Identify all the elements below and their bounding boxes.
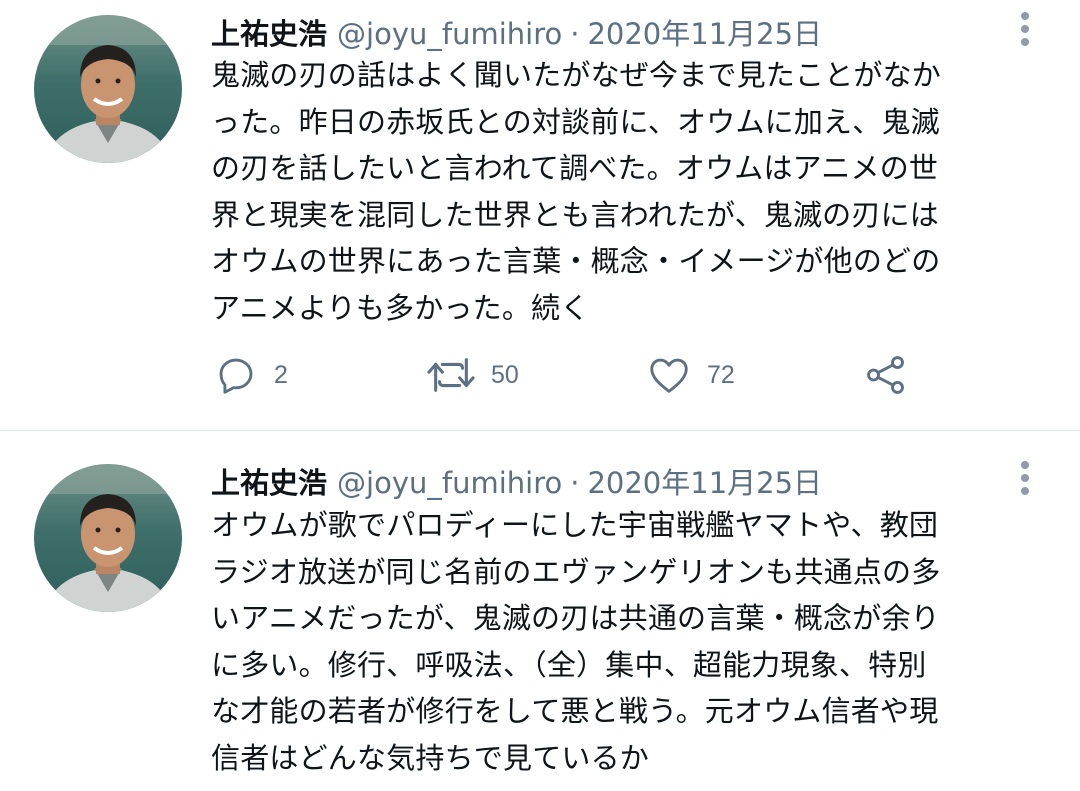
user-handle[interactable]: @joyu_fumihiro xyxy=(337,466,562,500)
tweet-text-line: アニメよりも多かった。続く xyxy=(211,290,590,325)
reply-icon xyxy=(219,358,253,394)
tweet-text-line: オウムが歌でパロディーにした宇宙戦艦ヤマトや、教団 xyxy=(211,508,939,542)
user-handle[interactable]: @joyu_fumihiro xyxy=(337,17,562,51)
display-name[interactable]: 上祐史浩 xyxy=(211,17,327,51)
more-vertical-icon[interactable] xyxy=(1013,459,1037,499)
reply-button[interactable]: 2 xyxy=(213,347,288,403)
tweet-text-line: 信者はどんな気持ちで見ているか xyxy=(211,740,650,775)
retweet-icon xyxy=(427,358,475,392)
tweet-actions: 2 50 72 xyxy=(213,347,933,403)
tweet-text-line: った。昨日の赤坂氏との対談前に、オウムに加え、鬼滅 xyxy=(211,104,940,139)
tweet-text-line: 鬼滅の刃の話はよく聞いたがなぜ今まで見たことがなか xyxy=(211,58,942,92)
heart-icon xyxy=(650,358,688,393)
tweet-text-line: の刃を話したいと言われて調べた。オウムはアニメの世 xyxy=(211,151,939,185)
avatar[interactable] xyxy=(34,15,182,163)
tweet-text-line: ラジオ放送が同じ名前のエヴァンゲリオンも共通点の多 xyxy=(211,554,941,589)
retweet-count: 50 xyxy=(491,360,519,389)
share-button[interactable] xyxy=(863,347,909,403)
more-vertical-icon[interactable] xyxy=(1013,10,1037,50)
tweet-text: オウムが歌でパロディーにした宇宙戦艦ヤマトや、教団 ラジオ放送が同じ名前のエヴァ… xyxy=(211,502,1051,781)
tweet-header: 上祐史浩 @joyu_fumihiro · 2020年11月25日 xyxy=(211,463,822,503)
retweet-button[interactable]: 50 xyxy=(426,347,519,403)
tweet-text-line: オウムの世界にあった言葉・概念・イメージが他のどの xyxy=(211,244,941,278)
like-count: 72 xyxy=(707,360,735,389)
tweet-text-line: に多い。修行、呼吸法、（全）集中、超能力現象、特別 xyxy=(211,647,927,682)
reply-count: 2 xyxy=(274,360,288,389)
separator-dot: · xyxy=(570,466,580,500)
tweet-date[interactable]: 2020年11月25日 xyxy=(587,17,822,51)
tweet-header: 上祐史浩 @joyu_fumihiro · 2020年11月25日 xyxy=(211,14,822,54)
tweet-text-line: 界と現実を混同した世界とも言われたが、鬼滅の刃には xyxy=(211,197,939,232)
tweet[interactable]: 上祐史浩 @joyu_fumihiro · 2020年11月25日 鬼滅の刃の話はよく… xyxy=(0,0,1080,430)
tweet-text: 鬼滅の刃の話はよく聞いたがなぜ今まで見たことがなか った。昨日の赤坂氏との対談前… xyxy=(211,52,1051,331)
display-name[interactable]: 上祐史浩 xyxy=(211,466,327,500)
like-button[interactable]: 72 xyxy=(646,347,735,403)
share-icon xyxy=(867,356,904,394)
separator-dot: · xyxy=(570,17,580,51)
avatar[interactable] xyxy=(34,464,182,612)
tweet-text-line: な才能の若者が修行をして悪と戦う。元オウム信者や現 xyxy=(211,694,939,728)
tweet-text-line: いアニメだったが、鬼滅の刃は共通の言葉・概念が余り xyxy=(211,601,940,635)
tweet-date[interactable]: 2020年11月25日 xyxy=(587,466,822,500)
